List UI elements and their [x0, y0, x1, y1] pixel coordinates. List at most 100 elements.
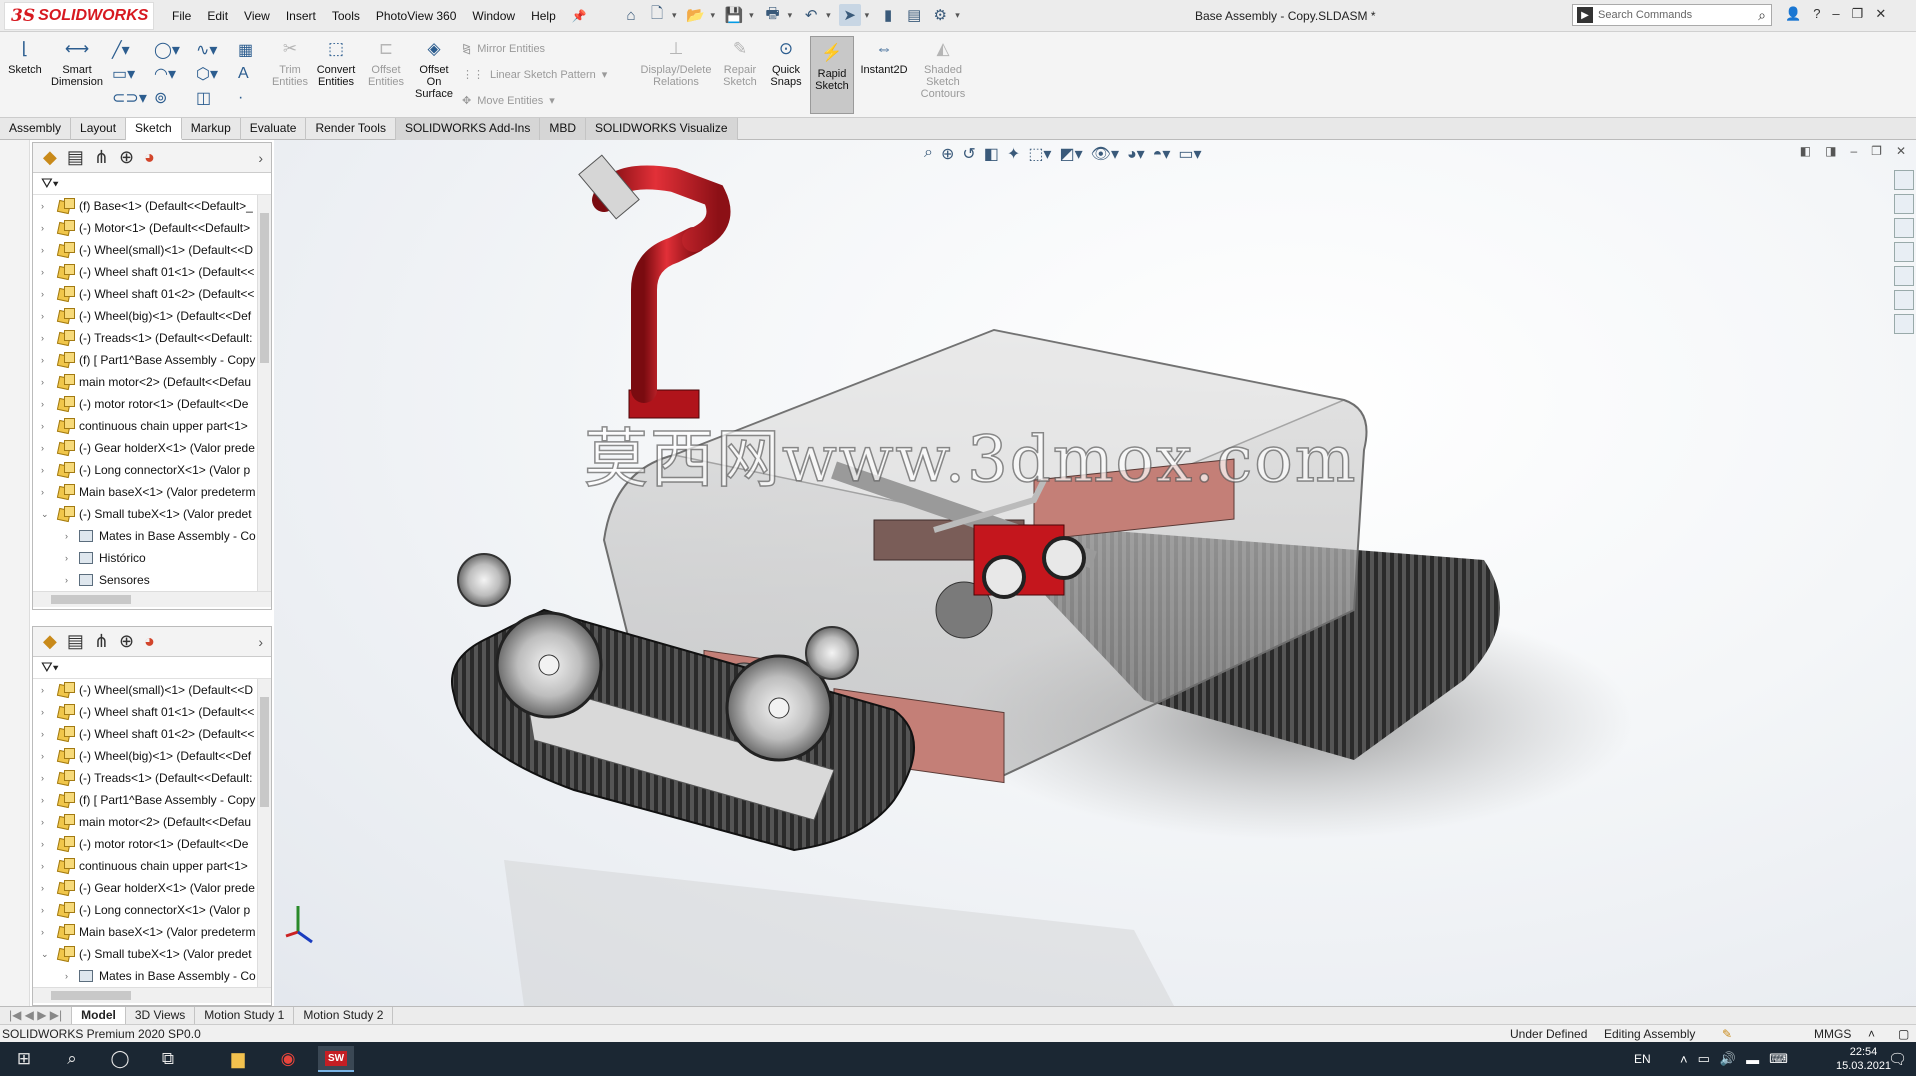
chevron-right-icon[interactable]: › [41, 267, 51, 277]
minimize-icon[interactable]: – [1832, 6, 1839, 22]
chevron-right-icon[interactable]: › [65, 553, 75, 563]
menu-help[interactable]: Help [531, 9, 556, 23]
user-icon[interactable]: 👤 [1785, 6, 1801, 22]
chevron-right-icon[interactable]: › [41, 223, 51, 233]
solidworks-logo[interactable]: 3S SOLIDWORKS [4, 2, 154, 30]
open-folder-icon[interactable]: 📂 [685, 4, 707, 26]
chrome-icon[interactable]: ◉ [272, 1046, 304, 1072]
tree-item[interactable]: › (-) motor rotor<1> (Default<<De [33, 393, 271, 415]
dimxpert-icon[interactable]: ⊕ [119, 631, 134, 652]
network-icon[interactable]: ▭ [1698, 1051, 1710, 1067]
tree-item[interactable]: › (-) Gear holderX<1> (Valor prede [33, 877, 271, 899]
keyboard-icon[interactable]: ⌨ [1769, 1051, 1788, 1067]
select-arrow-icon[interactable]: ➤ [838, 4, 861, 26]
quick-snaps-button[interactable]: ⊙ Quick Snaps [766, 36, 806, 88]
tree-item[interactable]: › (-) Wheel(big)<1> (Default<<Def [33, 745, 271, 767]
graphics-area[interactable]: ⌕ ⊕ ↺ ◧ ✦ ⬚▾ ◩▾ 👁▾ ◕▾ ◓▾ ▭▾ ◧ ◨ – ❐ ✕ 莫西… [274, 140, 1916, 1006]
chevron-up-icon[interactable]: ˄ [1680, 1052, 1688, 1067]
menu-tools[interactable]: Tools [332, 9, 360, 23]
chevron-down-icon[interactable]: ⌄ [41, 949, 51, 960]
repair-sketch-button[interactable]: ✎ Repair Sketch [720, 36, 760, 88]
tree-item[interactable]: ⌄ (-) Small tubeX<1> (Valor predet [33, 943, 271, 965]
tree-item[interactable]: › (-) Treads<1> (Default<<Default: [33, 327, 271, 349]
shaded-contours-button[interactable]: ◭ Shaded Sketch Contours [914, 36, 972, 100]
tree-item[interactable]: › (-) Wheel(big)<1> (Default<<Def [33, 305, 271, 327]
search-commands[interactable]: ▶ Search Commands ⌕ [1572, 4, 1772, 26]
reference-triad[interactable] [284, 902, 324, 952]
configuration-manager-icon[interactable]: ⋔ [94, 147, 109, 168]
rebuild-icon[interactable]: ✎ [1722, 1027, 1732, 1041]
tree-item[interactable]: › (-) Wheel shaft 01<1> (Default<< [33, 701, 271, 723]
tree-subitem[interactable]: › Mates in Base Assembly - Co [33, 525, 271, 547]
file-explorer-icon[interactable]: ▆ [222, 1046, 254, 1072]
sketch-button[interactable]: ⌊ Sketch [6, 36, 44, 76]
tree-item[interactable]: › main motor<2> (Default<<Defau [33, 811, 271, 833]
menu-edit[interactable]: Edit [207, 9, 228, 23]
tree-item[interactable]: › Main baseX<1> (Valor predeterm [33, 481, 271, 503]
tab-assembly[interactable]: Assembly [0, 118, 72, 140]
menu-file[interactable]: File [172, 9, 191, 23]
spline-icon[interactable]: ∿▾ [196, 38, 238, 62]
options-gear-icon[interactable]: ⚙ [929, 4, 951, 26]
chevron-right-icon[interactable]: › [41, 487, 51, 497]
print-icon[interactable]: 🖶 [762, 4, 784, 26]
tab-render-tools[interactable]: Render Tools [306, 118, 396, 140]
tree-item[interactable]: › (-) Wheel(small)<1> (Default<<D [33, 239, 271, 261]
line-icon[interactable]: ╱▾ [112, 38, 154, 62]
tree-item[interactable]: › main motor<2> (Default<<Defau [33, 371, 271, 393]
tree-item[interactable]: › (-) Wheel shaft 01<1> (Default<< [33, 261, 271, 283]
tab-motion-study-1[interactable]: Motion Study 1 [195, 1006, 295, 1025]
move-entities-button[interactable]: ✥ Move Entities ▾ [462, 94, 555, 108]
menu-window[interactable]: Window [472, 9, 515, 23]
chevron-right-icon[interactable]: › [41, 861, 51, 871]
display-relations-button[interactable]: ⊥ Display/Delete Relations [636, 36, 716, 88]
feature-manager-icon[interactable]: ◆ [43, 631, 57, 652]
undo-icon[interactable]: ↶ [800, 4, 822, 26]
chevron-right-icon[interactable]: › [41, 817, 51, 827]
comment-icon[interactable]: ▢ [1898, 1027, 1909, 1041]
tree-item[interactable]: › (f) [ Part1^Base Assembly - Copy [33, 349, 271, 371]
restore-icon[interactable]: ❐ [1852, 6, 1864, 22]
tree-item[interactable]: › (-) Gear holderX<1> (Valor prede [33, 437, 271, 459]
menu-insert[interactable]: Insert [286, 9, 316, 23]
pin-icon[interactable]: 📌 [572, 9, 587, 23]
robot-model[interactable] [274, 140, 1916, 1006]
help-icon[interactable]: ? [1813, 6, 1820, 22]
chevron-right-icon[interactable]: › [41, 685, 51, 695]
search-icon[interactable]: ⌕ [56, 1046, 88, 1072]
tab-model[interactable]: Model [72, 1006, 126, 1025]
feature-manager-icon[interactable]: ◆ [43, 147, 57, 168]
tree-hscroll[interactable] [33, 591, 271, 607]
fillet-icon[interactable]: ⊚ [154, 86, 196, 110]
plane-icon[interactable]: ◫ [196, 86, 238, 110]
chevron-right-icon[interactable]: › [41, 729, 51, 739]
chevron-right-icon[interactable]: › [41, 773, 51, 783]
chevron-right-icon[interactable]: › [41, 751, 51, 761]
tree-vscroll[interactable] [257, 679, 271, 987]
tree-subitem[interactable]: › Sensores [33, 569, 271, 591]
tab-addins[interactable]: SOLIDWORKS Add-Ins [395, 118, 541, 140]
slot-icon[interactable]: ⊂⊃▾ [112, 86, 154, 110]
chevron-right-icon[interactable]: › [258, 634, 263, 650]
offset-on-surface-button[interactable]: ◈ Offset On Surface [412, 36, 456, 100]
cortana-icon[interactable]: ◯ [104, 1046, 136, 1072]
configuration-manager-icon[interactable]: ⋔ [94, 631, 109, 652]
offset-entities-button[interactable]: ⊏ Offset Entities [364, 36, 408, 88]
linear-pattern-button[interactable]: ⋮⋮ Linear Sketch Pattern ▾ [462, 68, 607, 82]
unit-system[interactable]: MMGS [1814, 1027, 1851, 1041]
chevron-right-icon[interactable]: › [41, 333, 51, 343]
task-view-icon[interactable]: ⧉ [152, 1046, 184, 1072]
tree-item[interactable]: › continuous chain upper part<1> [33, 415, 271, 437]
tree-hscroll[interactable] [33, 987, 271, 1003]
circle-icon[interactable]: ◯▾ [154, 38, 196, 62]
traffic-light-icon[interactable]: ▮ [877, 4, 899, 26]
convert-entities-button[interactable]: ⬚ Convert Entities [314, 36, 358, 88]
polygon-icon[interactable]: ⬡▾ [196, 62, 238, 86]
save-icon[interactable]: 💾 [723, 4, 745, 26]
tree-item[interactable]: › (-) Motor<1> (Default<<Default> [33, 217, 271, 239]
tab-mbd[interactable]: MBD [540, 118, 586, 140]
mirror-entities-button[interactable]: ⧎ Mirror Entities [462, 42, 545, 56]
chevron-right-icon[interactable]: › [41, 421, 51, 431]
close-icon[interactable]: ✕ [1875, 6, 1886, 22]
chevron-right-icon[interactable]: › [41, 289, 51, 299]
